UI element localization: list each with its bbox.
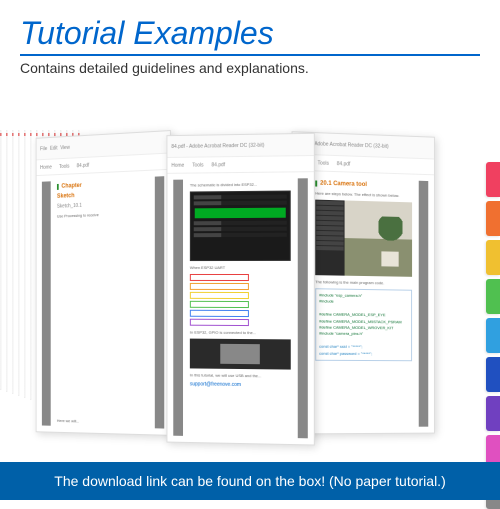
window-title: 84.pdf - Adobe Acrobat Reader DC (32-bit… xyxy=(171,142,264,149)
tab-tools[interactable]: Tools xyxy=(318,160,329,166)
color-swatch xyxy=(190,283,249,290)
footer-text: The download link can be found on the bo… xyxy=(54,473,445,489)
menu-item[interactable]: View xyxy=(60,144,70,150)
body-text: Here are steps below. The effect is show… xyxy=(315,191,412,199)
doc-tab[interactable]: 84.pdf xyxy=(337,161,351,167)
tab-home[interactable]: Home xyxy=(40,164,52,170)
side-tab[interactable] xyxy=(486,396,500,431)
side-tab[interactable] xyxy=(486,279,500,314)
code-line: const char* password = "*****"; xyxy=(319,350,408,357)
camera-screenshot xyxy=(315,200,412,277)
page-gutter xyxy=(155,176,164,428)
body-text: In this tutorial, we will use USB and th… xyxy=(190,372,291,378)
doc-tab[interactable]: 84.pdf xyxy=(77,162,90,169)
color-swatch xyxy=(190,274,249,281)
page-gutter xyxy=(42,181,51,425)
stacked-page-spine xyxy=(18,130,19,396)
subtitle: Contains detailed guidelines and explana… xyxy=(0,60,500,86)
menu-item[interactable]: File xyxy=(40,146,47,152)
tab-home[interactable]: Home xyxy=(171,162,184,168)
color-swatch xyxy=(190,319,249,326)
section-heading: Sketch xyxy=(57,190,148,200)
menu-item[interactable]: Edit xyxy=(50,145,58,151)
title-underline xyxy=(20,54,480,56)
camera-controls xyxy=(315,200,344,276)
footer-banner: The download link can be found on the bo… xyxy=(0,462,500,500)
code-block: #include "esp_camera.h"#include #define … xyxy=(315,288,412,361)
side-tab[interactable] xyxy=(486,318,500,353)
esp32-image xyxy=(190,339,291,370)
pdf-toolbar: 84.pdf - Adobe Acrobat Reader DC (32-bit… xyxy=(167,134,313,158)
side-tab[interactable] xyxy=(486,201,500,236)
body-text: In ESP32, GPIO is connected to the... xyxy=(190,330,291,336)
color-legend xyxy=(190,274,291,326)
camera-feed xyxy=(345,200,412,276)
side-tab[interactable] xyxy=(486,162,500,197)
document-stage: File Edit View Home Tools 84.pdf Chapter… xyxy=(0,86,500,456)
pdf-tabbar: Home Tools 84.pdf xyxy=(167,156,313,174)
board-diagram xyxy=(190,191,291,262)
body-text: Use Processing to receive xyxy=(57,210,148,218)
main-title: Tutorial Examples xyxy=(0,0,500,54)
stacked-page-spine xyxy=(30,130,31,400)
page-gutter xyxy=(419,181,429,427)
side-tab[interactable] xyxy=(486,357,500,392)
color-swatch xyxy=(190,301,249,308)
color-side-tabs xyxy=(486,162,500,509)
plant-icon xyxy=(378,216,402,251)
color-swatch xyxy=(190,292,249,299)
stacked-page-spine xyxy=(6,130,7,392)
chapter-heading: Chapter xyxy=(57,180,148,190)
pdf-page-1: File Edit View Home Tools 84.pdf Chapter… xyxy=(36,130,171,436)
code-caption: The following is the main program code. xyxy=(315,279,412,286)
stacked-page-spine xyxy=(0,130,1,390)
tab-tools[interactable]: Tools xyxy=(59,163,69,169)
body-text: The schematic is divided into ESP32... xyxy=(190,181,291,187)
sketch-name: Sketch_10.1 xyxy=(57,200,148,209)
stacked-page-spine xyxy=(24,130,25,398)
footer-text: Here we will... xyxy=(57,418,148,425)
doc-tab[interactable]: 84.pdf xyxy=(211,162,225,168)
tab-tools[interactable]: Tools xyxy=(192,162,203,168)
support-link[interactable]: support@freenove.com xyxy=(190,381,291,388)
pot-icon xyxy=(381,251,398,266)
color-swatch xyxy=(190,310,249,317)
side-tab[interactable] xyxy=(486,240,500,275)
section-title: 20.1 Camera tool xyxy=(315,180,412,189)
pdf-page-2: 84.pdf - Adobe Acrobat Reader DC (32-bit… xyxy=(166,133,314,446)
stacked-page-spine xyxy=(12,130,13,394)
page-gutter xyxy=(298,178,308,438)
body-text: When ESP32 UART xyxy=(190,265,291,270)
page-gutter xyxy=(173,180,183,436)
